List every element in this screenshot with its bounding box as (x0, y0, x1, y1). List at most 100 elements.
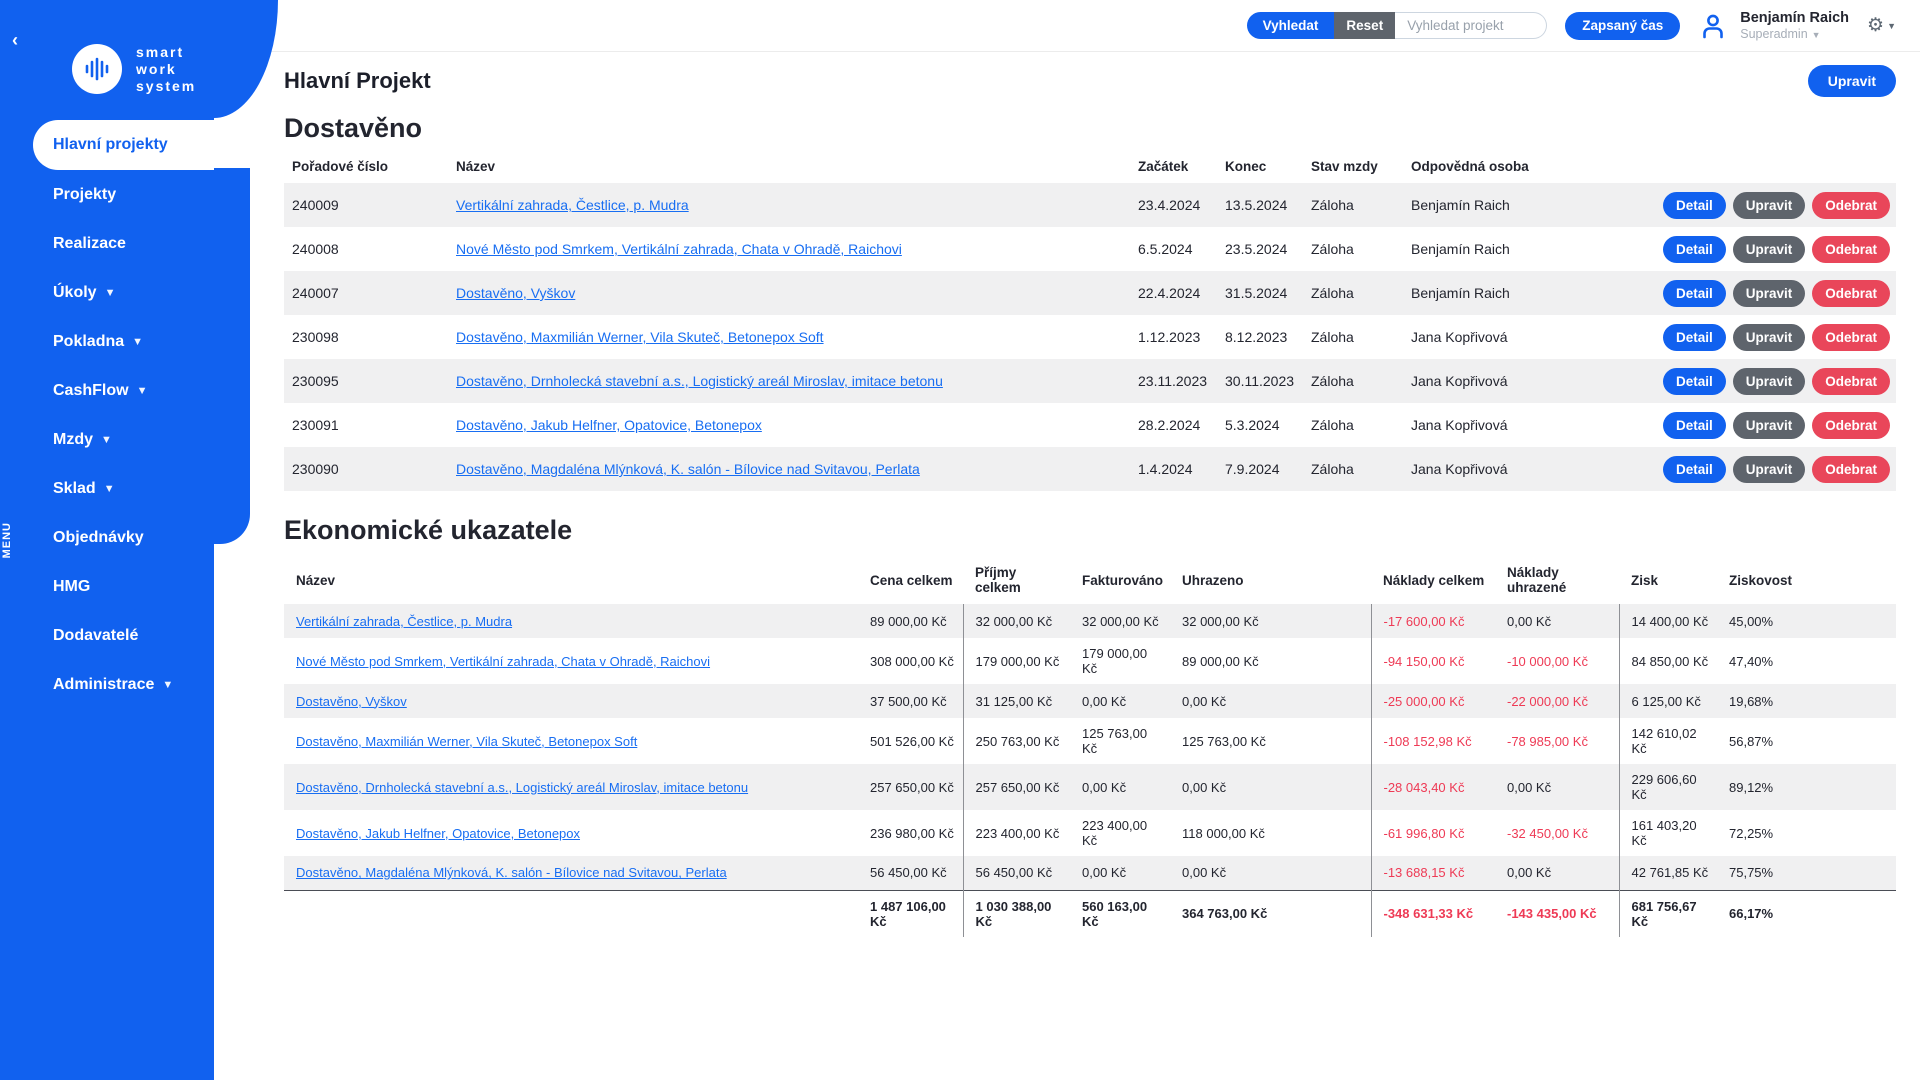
project-link[interactable]: Vertikální zahrada, Čestlice, p. Mudra (296, 614, 512, 629)
odebrat-button[interactable]: Odebrat (1812, 324, 1890, 351)
sidebar-item-label: Objednávky (53, 529, 144, 547)
sidebar-item-realizace[interactable]: Realizace (0, 219, 214, 268)
settings-menu[interactable]: ⚙ ▼ (1867, 14, 1896, 37)
value-cell: 0,00 Kč (1495, 764, 1619, 810)
actions-cell: DetailUpravitOdebrat (1700, 315, 1896, 359)
edit-project-button[interactable]: Upravit (1808, 65, 1896, 97)
table-row: 240007Dostavěno, Vyškov22.4.202431.5.202… (284, 271, 1896, 315)
search-button[interactable]: Vyhledat (1247, 12, 1335, 39)
detail-button[interactable]: Detail (1663, 192, 1726, 219)
user-role-dropdown[interactable]: Superadmin▼ (1740, 27, 1849, 43)
project-name-cell: Nové Město pod Smrkem, Vertikální zahrad… (448, 227, 1130, 271)
detail-button[interactable]: Detail (1663, 280, 1726, 307)
table-row: Vertikální zahrada, Čestlice, p. Mudra 89… (284, 604, 1896, 638)
project-link[interactable]: Dostavěno, Jakub Helfner, Opatovice, Bet… (456, 417, 762, 433)
search-input[interactable] (1395, 12, 1547, 39)
project-link[interactable]: Dostavěno, Maxmilián Werner, Vila Skuteč… (456, 329, 824, 345)
value-cell: 0,00 Kč (1070, 856, 1170, 890)
sidebar-item-ukoly[interactable]: Úkoly▼ (0, 268, 214, 317)
logo-waveform-icon (72, 44, 122, 94)
sidebar-item-objednavky[interactable]: Objednávky (0, 513, 214, 562)
actions-cell: DetailUpravitOdebrat (1700, 271, 1896, 315)
project-link[interactable]: Nové Město pod Smrkem, Vertikální zahrad… (456, 241, 902, 257)
project-link[interactable]: Dostavěno, Vyškov (456, 285, 575, 301)
value-cell: 42 761,85 Kč (1619, 856, 1717, 890)
table-cell: 230090 (284, 447, 448, 491)
value-cell: 236 980,00 Kč (858, 810, 963, 856)
sidebar-item-projekty[interactable]: Projekty (0, 170, 214, 219)
value-cell: -32 450,00 Kč (1495, 810, 1619, 856)
chevron-down-icon: ▼ (105, 287, 116, 299)
table-row: 240008Nové Město pod Smrkem, Vertikální … (284, 227, 1896, 271)
sidebar-item-mzdy[interactable]: Mzdy▼ (0, 415, 214, 464)
odebrat-button[interactable]: Odebrat (1812, 368, 1890, 395)
project-link[interactable]: Dostavěno, Jakub Helfner, Opatovice, Bet… (296, 826, 580, 841)
sidebar-item-hmg[interactable]: HMG (0, 562, 214, 611)
value-cell: -22 000,00 Kč (1495, 684, 1619, 718)
project-name-cell: Dostavěno, Drnholecká stavební a.s., Log… (284, 764, 858, 810)
main-area: Vyhledat Reset Zapsaný čas Benjamín Raic… (214, 0, 1920, 937)
detail-button[interactable]: Detail (1663, 368, 1726, 395)
project-link[interactable]: Vertikální zahrada, Čestlice, p. Mudra (456, 197, 689, 213)
project-link[interactable]: Dostavěno, Magdaléna Mlýnková, K. salón … (296, 865, 727, 880)
detail-button[interactable]: Detail (1663, 236, 1726, 263)
odebrat-button[interactable]: Odebrat (1812, 236, 1890, 263)
section-heading-ekonomicke: Ekonomické ukazatele (284, 515, 1896, 546)
value-cell: 0,00 Kč (1495, 604, 1619, 638)
sidebar-item-cashflow[interactable]: CashFlow▼ (0, 366, 214, 415)
project-link[interactable]: Dostavěno, Magdaléna Mlýnková, K. salón … (456, 461, 920, 477)
value-cell: 125 763,00 Kč (1170, 718, 1371, 764)
upravit-button[interactable]: Upravit (1733, 412, 1806, 439)
table-cell: Záloha (1303, 315, 1403, 359)
odebrat-button[interactable]: Odebrat (1812, 456, 1890, 483)
value-cell: 31 125,00 Kč (963, 684, 1070, 718)
sidebar-item-pokladna[interactable]: Pokladna▼ (0, 317, 214, 366)
project-link[interactable]: Dostavěno, Maxmilián Werner, Vila Skuteč… (296, 734, 637, 749)
project-link[interactable]: Nové Město pod Smrkem, Vertikální zahrad… (296, 654, 710, 669)
value-cell: 125 763,00 Kč (1070, 718, 1170, 764)
user-icon[interactable] (1698, 11, 1728, 41)
value-cell: 19,68% (1717, 684, 1896, 718)
upravit-button[interactable]: Upravit (1733, 368, 1806, 395)
table-cell: 23.4.2024 (1130, 183, 1217, 227)
table-row: Dostavěno, Magdaléna Mlýnková, K. salón … (284, 856, 1896, 890)
total-cell: 66,17% (1717, 890, 1896, 937)
column-header: Ziskovost (1717, 556, 1896, 604)
sidebar-item-dodavatele[interactable]: Dodavatelé (0, 611, 214, 660)
detail-button[interactable]: Detail (1663, 324, 1726, 351)
upravit-button[interactable]: Upravit (1733, 280, 1806, 307)
value-cell: 0,00 Kč (1495, 856, 1619, 890)
detail-button[interactable]: Detail (1663, 456, 1726, 483)
sidebar-item-label: Administrace (53, 676, 154, 694)
upravit-button[interactable]: Upravit (1733, 456, 1806, 483)
upravit-button[interactable]: Upravit (1733, 192, 1806, 219)
project-link[interactable]: Dostavěno, Drnholecká stavební a.s., Log… (296, 780, 748, 795)
table-cell: Benjamín Raich (1403, 183, 1700, 227)
sidebar-item-sklad[interactable]: Sklad▼ (0, 464, 214, 513)
upravit-button[interactable]: Upravit (1733, 324, 1806, 351)
value-cell: 118 000,00 Kč (1170, 810, 1371, 856)
reset-button[interactable]: Reset (1334, 12, 1395, 39)
value-cell: 37 500,00 Kč (858, 684, 963, 718)
odebrat-button[interactable]: Odebrat (1812, 412, 1890, 439)
project-link[interactable]: Dostavěno, Drnholecká stavební a.s., Log… (456, 373, 943, 389)
column-header: Název (284, 556, 858, 604)
sidebar-item-hlavni-projekty[interactable]: Hlavní projekty (33, 120, 214, 170)
column-header: Odpovědná osoba (1403, 150, 1700, 183)
value-cell: -17 600,00 Kč (1371, 604, 1495, 638)
upravit-button[interactable]: Upravit (1733, 236, 1806, 263)
project-name-cell: Dostavěno, Maxmilián Werner, Vila Skuteč… (448, 315, 1130, 359)
project-link[interactable]: Dostavěno, Vyškov (296, 694, 407, 709)
actions-cell: DetailUpravitOdebrat (1700, 403, 1896, 447)
logged-time-button[interactable]: Zapsaný čas (1565, 12, 1680, 40)
value-cell: 32 000,00 Kč (963, 604, 1070, 638)
collapse-sidebar-icon[interactable]: ‹ (12, 30, 18, 51)
table-cell: 230095 (284, 359, 448, 403)
value-cell: 0,00 Kč (1170, 764, 1371, 810)
odebrat-button[interactable]: Odebrat (1812, 280, 1890, 307)
sidebar-item-administrace[interactable]: Administrace▼ (0, 660, 214, 709)
value-cell: 56,87% (1717, 718, 1896, 764)
detail-button[interactable]: Detail (1663, 412, 1726, 439)
value-cell: 89 000,00 Kč (858, 604, 963, 638)
odebrat-button[interactable]: Odebrat (1812, 192, 1890, 219)
